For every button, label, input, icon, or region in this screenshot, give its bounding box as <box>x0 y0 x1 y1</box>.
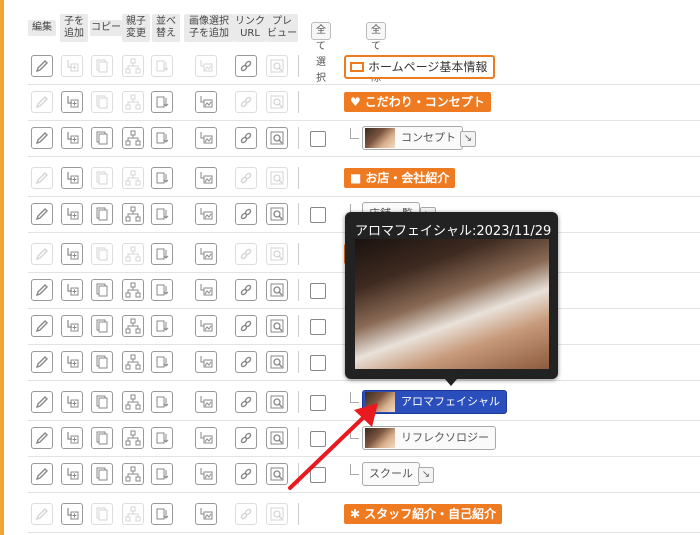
annotation-arrow-icon <box>288 403 378 490</box>
